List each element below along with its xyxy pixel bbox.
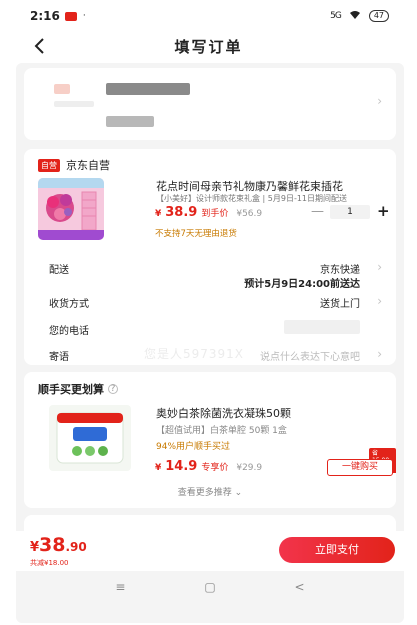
recommend-original-price: ¥29.9 [236,463,263,473]
phone-field[interactable] [284,320,360,334]
pay-now-button[interactable]: 立即支付 [279,537,395,563]
recommend-card: 顺手买更划算 ? 奥妙白茶除菌洗衣凝珠50颗 【超值试用】白茶单腔 50颗 1盒… [24,372,396,508]
address-blur-line [54,101,94,107]
status-time: 2:16 [30,9,60,23]
product-price: ¥ 38.9 到手价 ¥56.9 [155,205,262,220]
one-click-buy-button[interactable]: 一键购买 [327,459,393,476]
quantity-input[interactable]: 1 [330,205,370,219]
total-saved: 共减¥18.00 [30,559,69,567]
return-policy-note: 不支持7天无理由退货 [155,229,237,239]
recommend-price-currency: ¥ [155,463,162,473]
home-icon[interactable]: ▢ [204,580,215,594]
total-price: ¥ 38 .90 [30,534,87,556]
nav-bar: 填写订单 [0,32,417,60]
price-currency: ¥ [155,209,162,219]
message-label: 寄语 [49,352,69,363]
notification-icon [64,11,77,21]
watermark: 您是人597391X [144,347,245,361]
address-blur-tag [54,84,70,94]
total-decimal: .90 [65,540,87,554]
address-chevron-icon: › [377,94,382,108]
product-image[interactable] [38,178,104,240]
receive-method-value[interactable]: 送货上门 [320,295,360,310]
store-badge: 自营 [38,158,60,172]
signal-icon: 5G [330,11,342,21]
store-header: 自营 京东自营 [38,157,110,173]
menu-icon[interactable]: ≡ [115,580,125,594]
recommend-title: 顺手买更划算 [38,383,104,396]
original-price: ¥56.9 [236,209,263,219]
info-icon[interactable]: ? [108,384,118,394]
product-spec[interactable]: 【小美好】设计师款花束礼盒 | 5月9日-11日期间配送 [156,193,392,204]
recommend-header: 顺手买更划算 ? [38,381,118,397]
message-input[interactable]: 说点什么表达下心意吧 [260,348,360,363]
delivery-label: 配送 [49,265,69,276]
address-blur-name [106,83,190,95]
wifi-icon [349,10,361,23]
message-chevron-icon: › [377,347,382,361]
recommend-price: ¥ 14.9 专享价 ¥29.9 [155,459,262,474]
receive-method-label: 收货方式 [49,299,89,310]
store-name: 京东自营 [66,159,110,172]
quantity-increment-button[interactable]: + [377,202,390,220]
recommend-product-spec: 【超值试用】白茶单腔 50颗 1盒 [156,426,287,436]
address-card[interactable]: › [24,68,396,140]
recommend-buyers-note: 94%用户顺手买过 [156,442,231,452]
back-icon[interactable]: < [295,580,305,594]
price-tag: 到手价 [201,209,229,219]
total-integer: 38 [39,534,66,556]
total-currency: ¥ [30,540,40,555]
quantity-decrement-button[interactable]: — [311,204,324,219]
phone-label: 您的电话 [49,326,89,337]
pay-bar: ¥ 38 .90 共减¥18.00 立即支付 [16,531,404,571]
store-card: 自营 京东自营 花点时间母亲节礼物康乃馨鲜花束插花 【小美好】设计师款花束礼盒 … [24,149,396,365]
delivery-eta: 预计5月9日24:00前送达 [244,279,360,290]
address-blur-phone [106,116,154,127]
status-bar: 2:16 · 5G 47 [0,0,417,32]
battery-indicator: 47 [368,10,389,22]
recommend-product-image[interactable] [49,405,131,471]
delivery-value[interactable]: 京东快递 [320,261,360,276]
status-dot: · [82,11,86,21]
delivery-chevron-icon: › [377,260,382,274]
more-recommendations-link[interactable]: 查看更多推荐 ⌄ [24,485,396,498]
price-value: 38.9 [165,205,198,220]
system-nav: ≡ ▢ < [16,572,404,602]
receive-chevron-icon: › [377,294,382,308]
recommend-price-value: 14.9 [165,459,198,474]
back-chevron-icon[interactable] [34,32,46,60]
product-title[interactable]: 花点时间母亲节礼物康乃馨鲜花束插花 [156,178,392,194]
recommend-price-tag: 专享价 [201,463,229,473]
page-title: 填写订单 [174,37,243,56]
status-right: 5G 47 [330,10,389,23]
recommend-product-title[interactable]: 奥妙白茶除菌洗衣凝珠50颗 [156,405,291,421]
